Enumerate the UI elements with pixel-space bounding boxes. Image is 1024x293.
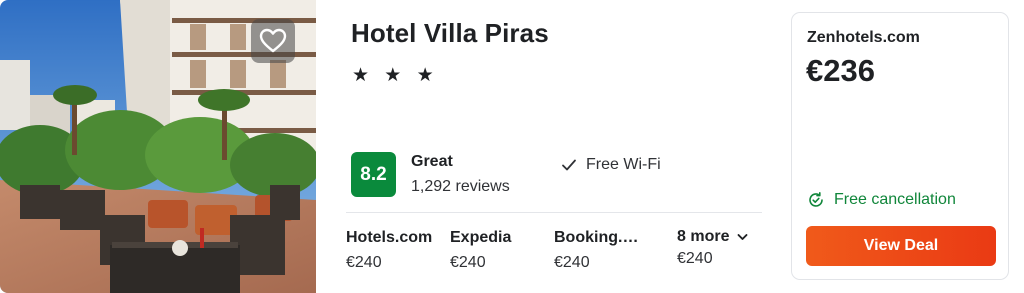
provider-name: Hotels.com <box>346 229 433 246</box>
free-cancellation: Free cancellation <box>807 191 956 209</box>
amenity-wifi: Free Wi-Fi <box>561 156 661 174</box>
more-providers-price: €240 <box>677 250 713 267</box>
view-deal-button[interactable]: View Deal <box>806 226 996 266</box>
deal-card: Zenhotels.com €236 Free cancellation Vie… <box>791 12 1009 280</box>
provider-price: €240 <box>346 254 382 271</box>
favorite-button[interactable] <box>251 19 295 63</box>
rating-label: Great <box>411 153 453 170</box>
provider-price: €240 <box>450 254 486 271</box>
provider-name: Booking.… <box>554 229 639 246</box>
provider-hotels-com[interactable]: Hotels.com €240 <box>346 229 432 272</box>
hotel-name[interactable]: Hotel Villa Piras <box>351 18 549 49</box>
check-icon <box>562 159 576 171</box>
amenity-label: Free Wi-Fi <box>586 156 661 173</box>
rating-score-badge: 8.2 <box>351 152 396 197</box>
refund-icon <box>809 192 823 207</box>
free-cancellation-label: Free cancellation <box>834 191 956 208</box>
star-rating: ★ ★ ★ <box>352 65 439 86</box>
provider-expedia[interactable]: Expedia €240 <box>450 229 511 272</box>
divider <box>346 212 762 213</box>
more-providers-button[interactable]: 8 more €240 <box>677 228 748 268</box>
chevron-down-icon <box>738 234 748 240</box>
heart-icon <box>259 28 287 53</box>
hotel-photo[interactable] <box>0 0 316 293</box>
more-providers-label: 8 more <box>677 228 730 245</box>
deal-provider-name: Zenhotels.com <box>807 29 920 46</box>
provider-name: Expedia <box>450 229 512 246</box>
provider-booking[interactable]: Booking.… €240 <box>554 229 638 272</box>
deal-price: €236 <box>806 53 875 88</box>
review-count[interactable]: 1,292 reviews <box>411 178 510 196</box>
provider-price: €240 <box>554 254 590 271</box>
